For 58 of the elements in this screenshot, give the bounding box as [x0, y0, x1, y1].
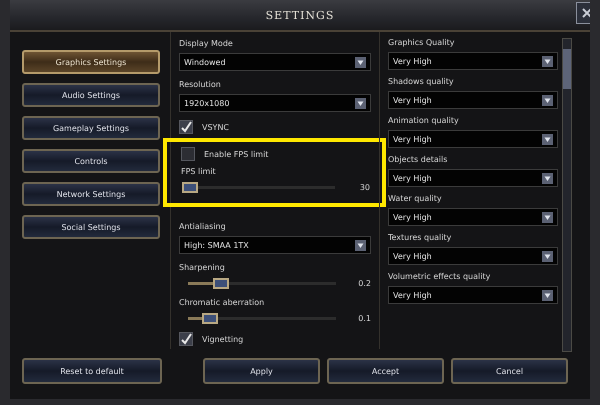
footer-button[interactable]: Apply: [203, 358, 320, 384]
footer-button[interactable]: Cancel: [451, 358, 568, 384]
dropdown[interactable]: Very High: [388, 286, 558, 304]
checkbox-label: Vignetting: [202, 334, 244, 344]
setting-label: Shadows quality: [388, 76, 454, 88]
dropdown[interactable]: Very High: [388, 91, 558, 109]
window-title: SETTINGS: [266, 8, 334, 22]
setting-label: Resolution: [179, 79, 221, 91]
dropdown[interactable]: Very High: [388, 169, 558, 187]
setting-label: Chromatic aberration: [179, 297, 264, 309]
setting-label: Antialiasing: [179, 221, 226, 233]
setting-label: Animation quality: [388, 115, 459, 127]
dropdown[interactable]: Windowed: [179, 53, 371, 71]
close-icon: [581, 7, 590, 19]
sidebar-item[interactable]: Controls: [22, 149, 160, 173]
slider-value: 30: [358, 182, 370, 192]
setting-label: Display Mode: [179, 38, 233, 50]
dropdown[interactable]: Very High: [388, 130, 558, 148]
checkbox-label: Enable FPS limit: [204, 150, 268, 158]
slider-thumb[interactable]: [212, 278, 229, 288]
caret-icon: [355, 240, 366, 250]
dropdown[interactable]: High: SMAA 1TX: [179, 236, 371, 254]
setting-label: FPS limit: [181, 166, 216, 178]
setting-label: Sharpening: [179, 262, 225, 274]
checkbox[interactable]: [179, 332, 193, 346]
caret-icon: [542, 94, 553, 106]
setting-label: Objects details: [388, 154, 448, 166]
slider-thumb[interactable]: [182, 182, 198, 192]
sidebar-item[interactable]: Network Settings: [22, 182, 160, 206]
caret-icon: [542, 172, 553, 184]
sidebar-item[interactable]: Gameplay Settings: [22, 116, 160, 140]
dropdown[interactable]: Very High: [388, 208, 558, 226]
sidebar-item[interactable]: Social Settings: [22, 215, 160, 239]
slider-value: 0.1: [357, 314, 371, 322]
setting-label: Volumetric effects quality: [388, 271, 490, 283]
footer-button[interactable]: Accept: [327, 358, 444, 384]
slider-value: 0.2: [357, 278, 371, 288]
caret-icon: [355, 56, 366, 68]
checkbox-label: VSYNC: [202, 122, 230, 132]
checkbox[interactable]: [181, 147, 195, 161]
dropdown[interactable]: Very High: [388, 52, 558, 70]
setting-label: Textures quality: [388, 232, 452, 244]
caret-icon: [542, 134, 553, 144]
caret-icon: [355, 98, 366, 108]
dropdown[interactable]: Very High: [388, 247, 558, 265]
slider-thumb[interactable]: [202, 312, 218, 324]
scrollbar[interactable]: [562, 38, 572, 352]
setting-label: Water quality: [388, 193, 442, 205]
dropdown[interactable]: 1920x1080: [179, 94, 371, 112]
sidebar-item[interactable]: Graphics Settings: [22, 50, 160, 74]
caret-icon: [542, 250, 553, 262]
setting-label: Graphics Quality: [388, 37, 454, 49]
sidebar-item[interactable]: Audio Settings: [22, 83, 160, 107]
caret-icon: [542, 290, 553, 300]
caret-icon: [542, 56, 553, 66]
reset-button[interactable]: Reset to default: [22, 358, 162, 384]
checkbox[interactable]: [179, 120, 193, 134]
caret-icon: [542, 212, 553, 222]
